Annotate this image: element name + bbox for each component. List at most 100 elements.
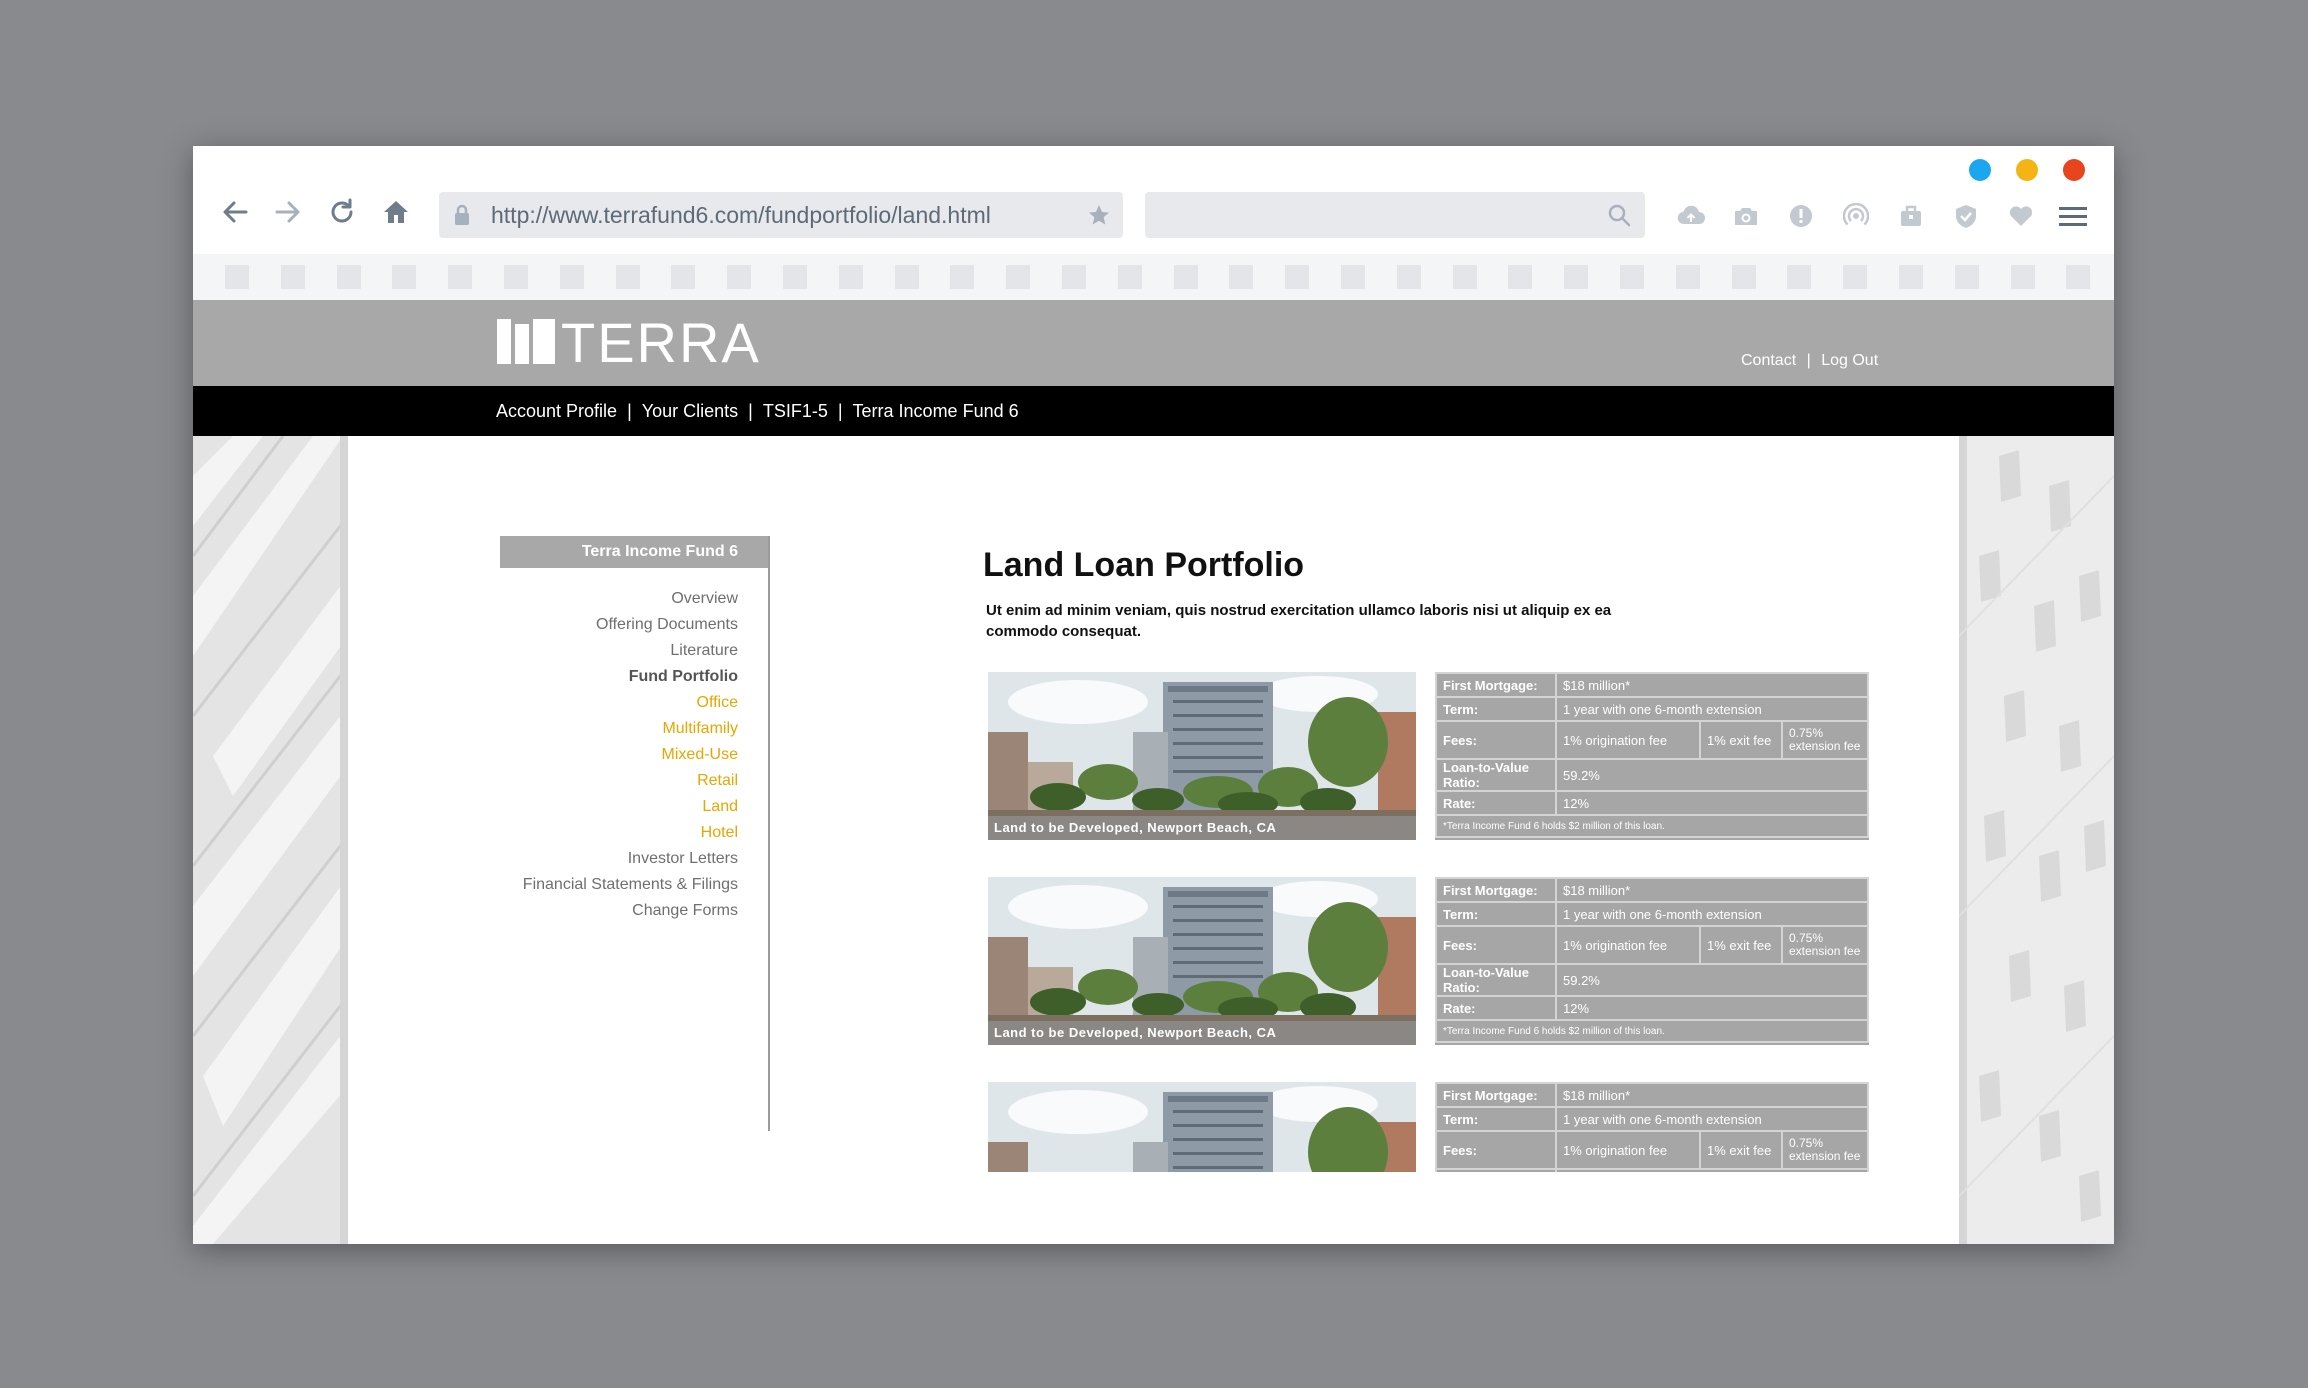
first-mortgage-value: $18 million* bbox=[1555, 672, 1869, 698]
reload-button[interactable] bbox=[322, 192, 362, 232]
window-dot-close[interactable] bbox=[2063, 159, 2085, 181]
browser-toolbar: http://www.terrafund6.com/fundportfolio/… bbox=[193, 146, 2114, 300]
sidebar-nav: Overview Offering Documents Literature Fund… bbox=[488, 586, 738, 924]
bookmark-placeholder[interactable] bbox=[1620, 265, 1644, 289]
logout-link[interactable]: Log Out bbox=[1821, 352, 1878, 369]
address-bar[interactable]: http://www.terrafund6.com/fundportfolio/… bbox=[439, 192, 1123, 238]
nav-tsif1-5[interactable]: TSIF1-5 bbox=[763, 401, 828, 421]
rate-label: Rate: bbox=[1435, 995, 1557, 1021]
bookmark-placeholder[interactable] bbox=[2066, 265, 2091, 289]
utility-separator: | bbox=[1806, 352, 1811, 369]
loan-list: Land to be Developed, Newport Beach, CA … bbox=[988, 672, 1888, 1172]
bookmark-placeholder[interactable] bbox=[1787, 265, 1812, 289]
briefcase-button[interactable] bbox=[1893, 198, 1929, 234]
shield-button[interactable] bbox=[1948, 198, 1984, 234]
bookmark-placeholder[interactable] bbox=[671, 265, 696, 289]
bookmark-star-icon[interactable] bbox=[1087, 203, 1111, 227]
bookmark-placeholder[interactable] bbox=[504, 265, 528, 289]
bookmark-placeholder[interactable] bbox=[950, 265, 975, 289]
broadcast-icon bbox=[1843, 203, 1869, 226]
sidebar-item-hotel[interactable]: Hotel bbox=[488, 820, 738, 846]
sidebar-item-change-forms[interactable]: Change Forms bbox=[488, 898, 738, 924]
sidebar-item-mixed-use[interactable]: Mixed-Use bbox=[488, 742, 738, 768]
page-content: Terra Income Fund 6 Overview Offering Doc… bbox=[348, 436, 1948, 1244]
bookmark-placeholder[interactable] bbox=[1508, 265, 1533, 289]
sidebar-item-fund-portfolio[interactable]: Fund Portfolio bbox=[488, 664, 738, 690]
extension-fee: 0.75% extension fee bbox=[1781, 925, 1869, 965]
ltv-value bbox=[1555, 1168, 1869, 1172]
bookmark-placeholder[interactable] bbox=[1452, 265, 1477, 289]
bookmark-placeholder[interactable] bbox=[1117, 265, 1142, 289]
back-button[interactable] bbox=[215, 192, 255, 232]
home-button[interactable] bbox=[376, 192, 416, 232]
search-icon[interactable] bbox=[1607, 203, 1631, 227]
bookmark-placeholder[interactable] bbox=[2010, 265, 2035, 289]
bookmark-placeholder[interactable] bbox=[838, 265, 863, 289]
nav-terra-income-fund-6[interactable]: Terra Income Fund 6 bbox=[853, 401, 1019, 421]
camera-button[interactable] bbox=[1728, 198, 1764, 234]
contact-link[interactable]: Contact bbox=[1741, 352, 1796, 369]
rate-value: 12% bbox=[1555, 995, 1869, 1021]
broadcast-button[interactable] bbox=[1838, 198, 1874, 234]
bookmark-placeholder[interactable] bbox=[392, 265, 417, 289]
window-dot-minimize[interactable] bbox=[1969, 159, 1991, 181]
search-input[interactable] bbox=[1145, 192, 1645, 238]
bookmark-placeholder[interactable] bbox=[1843, 265, 1868, 289]
sidebar-item-offering-documents[interactable]: Offering Documents bbox=[488, 612, 738, 638]
nav-your-clients[interactable]: Your Clients bbox=[642, 401, 738, 421]
sidebar-item-literature[interactable]: Literature bbox=[488, 638, 738, 664]
bookmark-placeholder[interactable] bbox=[1731, 265, 1756, 289]
sidebar-item-land[interactable]: Land bbox=[488, 794, 738, 820]
nav-account-profile[interactable]: Account Profile bbox=[496, 401, 617, 421]
building-pattern-left bbox=[193, 435, 350, 1244]
bookmark-placeholder[interactable] bbox=[1899, 265, 1923, 289]
bookmark-placeholder[interactable] bbox=[1006, 265, 1031, 289]
reload-icon bbox=[331, 198, 353, 223]
bookmark-placeholder[interactable] bbox=[894, 265, 919, 289]
sidebar-item-investor-letters[interactable]: Investor Letters bbox=[488, 846, 738, 872]
bookmark-placeholder[interactable] bbox=[1173, 265, 1198, 289]
loan-card: First Mortgage: $18 million* Term: 1 yea… bbox=[988, 1082, 1869, 1172]
bookmark-placeholder[interactable] bbox=[1341, 265, 1365, 289]
ltv-value: 59.2% bbox=[1555, 963, 1869, 997]
bookmark-placeholder[interactable] bbox=[1954, 265, 1979, 289]
origination-fee: 1% origination fee bbox=[1555, 925, 1701, 965]
bookmark-placeholder[interactable] bbox=[1285, 265, 1310, 289]
logo-bar-1 bbox=[497, 319, 511, 364]
bookmark-placeholder[interactable] bbox=[1675, 265, 1700, 289]
sidebar-item-office[interactable]: Office bbox=[488, 690, 739, 716]
terra-logo[interactable]: TERRA bbox=[495, 300, 795, 386]
bookmark-placeholder[interactable] bbox=[336, 265, 361, 289]
bookmark-placeholder[interactable] bbox=[559, 265, 584, 289]
bookmark-placeholder[interactable] bbox=[1564, 265, 1589, 289]
bookmark-placeholder[interactable] bbox=[448, 265, 473, 289]
ltv-label bbox=[1435, 1168, 1557, 1172]
property-image[interactable]: Land to be Developed, Newport Beach, CA bbox=[988, 672, 1416, 840]
sidebar-item-overview[interactable]: Overview bbox=[488, 586, 738, 612]
ltv-label: Loan-to-Value Ratio: bbox=[1435, 758, 1557, 792]
bookmark-placeholder[interactable] bbox=[783, 265, 807, 289]
bookmark-placeholder[interactable] bbox=[1229, 265, 1254, 289]
bookmark-placeholder[interactable] bbox=[1062, 265, 1086, 289]
property-rendering bbox=[988, 1082, 1416, 1172]
bookmark-placeholder[interactable] bbox=[225, 265, 249, 289]
sidebar-item-financial-statements-filings[interactable]: Financial Statements & Filings bbox=[488, 872, 738, 898]
bookmark-placeholder[interactable] bbox=[1396, 265, 1421, 289]
sidebar-item-retail[interactable]: Retail bbox=[488, 768, 738, 794]
cloud-upload-button[interactable] bbox=[1673, 198, 1709, 234]
site-header: TERRA Contact | Log Out bbox=[193, 300, 2114, 386]
forward-button[interactable] bbox=[268, 192, 308, 232]
alert-button[interactable] bbox=[1783, 198, 1819, 234]
bookmark-placeholder[interactable] bbox=[280, 265, 305, 289]
url-text[interactable]: http://www.terrafund6.com/fundportfolio/… bbox=[491, 192, 991, 238]
bookmark-placeholder[interactable] bbox=[615, 265, 640, 289]
logo-bar-2 bbox=[515, 324, 529, 364]
window-dot-maximize[interactable] bbox=[2016, 159, 2038, 181]
favorites-button[interactable] bbox=[2003, 198, 2039, 234]
property-image[interactable]: Land to be Developed, Newport Beach, CA bbox=[988, 877, 1416, 1045]
bookmark-placeholder[interactable] bbox=[727, 265, 752, 289]
menu-button[interactable] bbox=[2055, 198, 2091, 234]
alert-icon bbox=[1790, 205, 1812, 227]
property-image[interactable] bbox=[988, 1082, 1416, 1172]
sidebar-item-multifamily[interactable]: Multifamily bbox=[488, 716, 738, 742]
